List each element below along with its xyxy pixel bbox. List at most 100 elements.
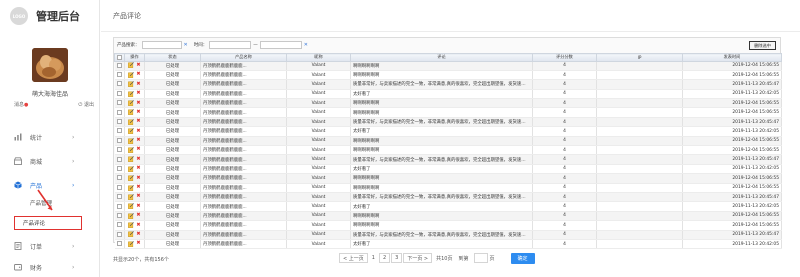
delete-icon[interactable]: ✖ bbox=[136, 231, 140, 237]
product-name-link[interactable]: 丹顶鹤鹤鹿鹿鹤鹿鹿... bbox=[200, 136, 287, 147]
delete-icon[interactable]: ✖ bbox=[136, 91, 140, 96]
confirm-button[interactable]: 确定 bbox=[510, 252, 535, 264]
product-name-link[interactable]: 丹顶鹤鹤鹿鹿鹤鹿鹿... bbox=[200, 239, 287, 250]
edit-icon[interactable] bbox=[128, 90, 135, 97]
edit-icon[interactable] bbox=[128, 194, 135, 200]
row-checkbox[interactable] bbox=[114, 239, 125, 250]
product-name-link[interactable]: 丹顶鹤鹤鹿鹿鹤鹿鹿... bbox=[200, 107, 287, 118]
delete-icon[interactable]: ✖ bbox=[136, 128, 140, 134]
row-checkbox[interactable] bbox=[114, 136, 125, 147]
clear-icon[interactable]: ✕ bbox=[304, 42, 308, 48]
logout-link[interactable]: ⏻ 退出 bbox=[78, 101, 94, 108]
edit-icon[interactable] bbox=[128, 156, 135, 163]
edit-icon[interactable] bbox=[128, 231, 135, 238]
edit-icon[interactable] bbox=[128, 100, 135, 106]
delete-icon[interactable]: ✖ bbox=[136, 194, 140, 199]
edit-icon[interactable] bbox=[128, 212, 135, 219]
product-name-link[interactable]: 丹顶鹤鹤鹿鹿鹤鹿鹿... bbox=[200, 211, 287, 222]
next-page-button[interactable]: 下一页 > bbox=[403, 253, 433, 263]
product-name-link[interactable]: 丹顶鹤鹤鹿鹿鹤鹿鹿... bbox=[200, 61, 287, 71]
delete-selected-button[interactable]: 删除选中 bbox=[749, 41, 776, 50]
nav-item-stats[interactable]: 统计 › bbox=[0, 128, 100, 146]
row-checkbox[interactable] bbox=[114, 126, 125, 137]
delete-icon[interactable]: ✖ bbox=[136, 156, 140, 162]
product-name-link[interactable]: 丹顶鹤鹤鹿鹿鹤鹿鹿... bbox=[200, 98, 287, 109]
product-name-link[interactable]: 丹顶鹤鹤鹿鹿鹤鹿鹿... bbox=[200, 220, 287, 231]
edit-icon[interactable] bbox=[128, 81, 135, 88]
nav-item-product[interactable]: 产品 › bbox=[0, 176, 100, 194]
page-number[interactable]: 2 bbox=[378, 253, 391, 263]
avatar[interactable] bbox=[32, 48, 68, 82]
edit-icon[interactable] bbox=[128, 203, 135, 210]
edit-icon[interactable] bbox=[128, 241, 135, 247]
nav-sub-product-review[interactable]: 产品评论 bbox=[14, 216, 82, 230]
edit-icon[interactable] bbox=[128, 118, 135, 125]
row-checkbox[interactable] bbox=[114, 70, 125, 81]
edit-icon[interactable] bbox=[128, 165, 135, 172]
edit-icon[interactable] bbox=[128, 137, 135, 144]
delete-icon[interactable]: ✖ bbox=[136, 100, 140, 106]
messages-link[interactable]: 消息● bbox=[14, 101, 28, 108]
edit-icon[interactable] bbox=[128, 147, 135, 153]
row-checkbox[interactable] bbox=[114, 211, 125, 222]
delete-icon[interactable]: ✖ bbox=[136, 119, 140, 124]
clear-icon[interactable]: ✕ bbox=[184, 42, 188, 48]
product-name-link[interactable]: 丹顶鹤鹤鹿鹿鹤鹿鹿... bbox=[200, 154, 287, 165]
row-checkbox[interactable] bbox=[114, 89, 125, 100]
product-name-link[interactable]: 丹顶鹤鹤鹿鹿鹤鹿鹿... bbox=[200, 126, 287, 137]
product-name-link[interactable]: 丹顶鹤鹤鹿鹿鹤鹿鹿... bbox=[200, 183, 287, 193]
edit-icon[interactable] bbox=[128, 128, 135, 135]
delete-icon[interactable]: ✖ bbox=[136, 203, 140, 209]
row-checkbox[interactable] bbox=[114, 220, 125, 231]
goto-page-input[interactable] bbox=[473, 253, 488, 263]
nav-sub-product-mgmt[interactable]: 产品管理 bbox=[30, 199, 52, 207]
row-checkbox[interactable] bbox=[114, 145, 125, 156]
product-name-link[interactable]: 丹顶鹤鹤鹿鹿鹤鹿鹿... bbox=[200, 70, 287, 81]
product-name-link[interactable]: 丹顶鹤鹤鹿鹿鹤鹿鹿... bbox=[200, 201, 287, 212]
page-number[interactable]: 3 bbox=[391, 253, 403, 263]
start-date-input[interactable] bbox=[209, 41, 252, 49]
prev-page-button[interactable]: < 上一页 bbox=[339, 253, 368, 263]
delete-icon[interactable]: ✖ bbox=[136, 166, 140, 171]
product-search-input[interactable] bbox=[141, 41, 182, 49]
row-checkbox[interactable] bbox=[114, 117, 125, 128]
product-name-link[interactable]: 丹顶鹤鹤鹿鹿鹤鹿鹿... bbox=[200, 192, 287, 203]
product-name-link[interactable]: 丹顶鹤鹤鹿鹿鹤鹿鹿... bbox=[200, 173, 287, 184]
delete-icon[interactable]: ✖ bbox=[136, 222, 140, 228]
product-name-link[interactable]: 丹顶鹤鹤鹿鹿鹤鹿鹿... bbox=[200, 230, 287, 240]
row-checkbox[interactable] bbox=[114, 192, 125, 203]
nav-item-finance[interactable]: 财务 › bbox=[0, 258, 100, 276]
logo[interactable]: LOGO bbox=[10, 7, 28, 25]
delete-icon[interactable]: ✖ bbox=[136, 72, 140, 77]
row-checkbox[interactable] bbox=[114, 164, 125, 175]
nav-item-order[interactable]: 订单 › bbox=[0, 237, 100, 255]
nav-item-store[interactable]: 商城 › bbox=[0, 152, 100, 170]
delete-icon[interactable]: ✖ bbox=[136, 109, 140, 115]
edit-icon[interactable] bbox=[128, 222, 135, 228]
delete-icon[interactable]: ✖ bbox=[136, 213, 140, 218]
edit-icon[interactable] bbox=[128, 71, 135, 78]
select-all-checkbox[interactable] bbox=[114, 53, 125, 62]
row-checkbox[interactable] bbox=[114, 230, 125, 240]
delete-icon[interactable]: ✖ bbox=[136, 62, 140, 68]
edit-icon[interactable] bbox=[128, 109, 135, 116]
product-name-link[interactable]: 丹顶鹤鹤鹿鹿鹤鹿鹿... bbox=[200, 145, 287, 156]
row-checkbox[interactable] bbox=[114, 183, 125, 193]
product-name-link[interactable]: 丹顶鹤鹤鹿鹿鹤鹿鹿... bbox=[200, 89, 287, 100]
row-checkbox[interactable] bbox=[114, 79, 125, 90]
delete-icon[interactable]: ✖ bbox=[136, 147, 140, 152]
end-date-input[interactable] bbox=[259, 41, 302, 49]
delete-icon[interactable]: ✖ bbox=[136, 185, 140, 190]
edit-icon[interactable] bbox=[128, 175, 135, 182]
product-name-link[interactable]: 丹顶鹤鹤鹿鹿鹤鹿鹿... bbox=[200, 164, 287, 175]
product-name-link[interactable]: 丹顶鹤鹤鹿鹿鹤鹿鹿... bbox=[200, 117, 287, 128]
row-checkbox[interactable] bbox=[114, 107, 125, 118]
product-name-link[interactable]: 丹顶鹤鹤鹿鹿鹤鹿鹿... bbox=[200, 79, 287, 90]
row-checkbox[interactable] bbox=[114, 201, 125, 212]
edit-icon[interactable] bbox=[128, 184, 135, 191]
delete-icon[interactable]: ✖ bbox=[136, 138, 140, 143]
delete-icon[interactable]: ✖ bbox=[136, 81, 140, 87]
edit-icon[interactable] bbox=[128, 62, 135, 69]
delete-icon[interactable]: ✖ bbox=[136, 175, 140, 181]
row-checkbox[interactable] bbox=[114, 173, 125, 184]
